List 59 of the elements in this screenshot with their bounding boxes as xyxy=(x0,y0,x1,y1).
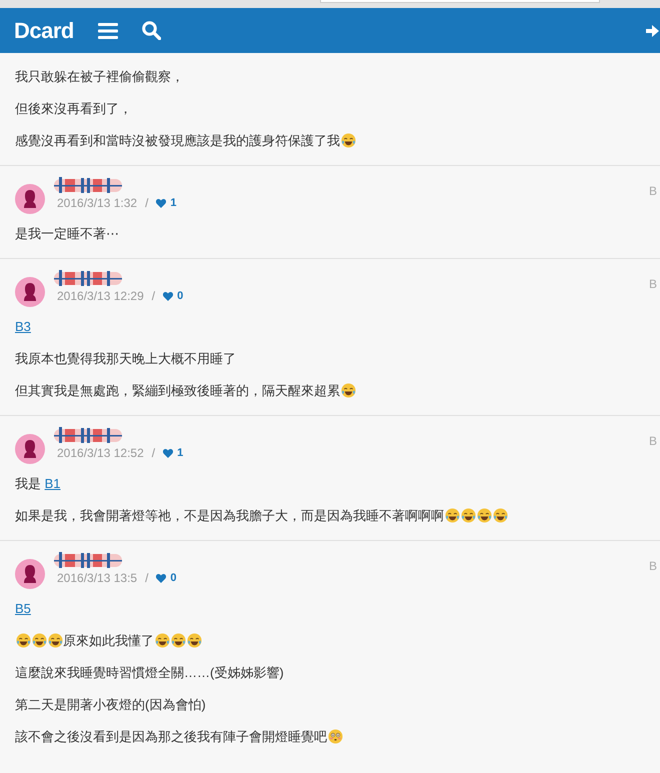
laughing-emoji-icon xyxy=(16,633,31,648)
comment-date: 2016/3/13 1:32 xyxy=(57,195,138,212)
comment-text: 我原本也覺得我那天晚上大概不用睡了 xyxy=(15,350,237,368)
laughing-emoji-icon xyxy=(32,633,47,648)
floor-link[interactable]: B1 xyxy=(44,476,61,491)
comment-text: 但後來沒再看到了， xyxy=(15,100,133,118)
separator: / xyxy=(152,288,156,305)
comment-date: 2016/3/13 12:52 xyxy=(57,445,144,462)
comment-text: 我是 B1 xyxy=(15,475,62,493)
laughing-emoji-icon xyxy=(187,633,202,648)
heart-icon[interactable] xyxy=(156,574,166,582)
heart-icon[interactable] xyxy=(163,292,174,300)
comment-text: 如果是我，我會開著燈等祂，不是因為我膽子大，而是因為我睡不著啊啊啊 xyxy=(15,500,660,532)
heart-icon[interactable] xyxy=(163,448,174,458)
comment-text: 該不會之後沒看到是因為那之後我有陣子會開燈睡覺吧 xyxy=(15,721,660,753)
like-count: 1 xyxy=(177,446,184,461)
laughing-emoji-icon xyxy=(171,633,186,648)
separator: / xyxy=(152,445,156,462)
floor-link[interactable]: B3 xyxy=(15,319,31,334)
avatar-icon[interactable] xyxy=(15,559,45,589)
comment-text: 原來如此我懂了 xyxy=(15,625,660,657)
floor-link[interactable]: B5 xyxy=(15,601,31,616)
menu-icon[interactable] xyxy=(98,22,118,38)
comment-date: 2016/3/13 13:5 xyxy=(57,570,138,587)
floor-number: B xyxy=(648,558,657,575)
flushed-emoji-icon xyxy=(328,729,343,744)
separator: / xyxy=(145,570,148,587)
separator: / xyxy=(145,195,148,212)
laughing-emoji-icon xyxy=(341,133,356,148)
like-count: 0 xyxy=(177,288,184,304)
laughing-emoji-icon xyxy=(48,633,63,648)
floor-number: B xyxy=(648,276,657,293)
comment-date: 2016/3/13 12:29 xyxy=(57,288,144,305)
like-count: 0 xyxy=(170,570,177,586)
avatar-icon[interactable] xyxy=(15,184,45,214)
like-count: 1 xyxy=(170,196,177,211)
laughing-emoji-icon xyxy=(461,508,476,523)
laughing-emoji-icon xyxy=(477,508,492,523)
avatar-icon[interactable] xyxy=(15,434,45,464)
redacted-name-drawing xyxy=(53,269,123,287)
laughing-emoji-icon xyxy=(155,633,170,648)
floor-number: B xyxy=(648,183,657,200)
comment-text: 感覺沒再看到和當時沒被發現應該是我的護身符保護了我 xyxy=(15,125,660,157)
logo[interactable]: Dcard xyxy=(14,20,74,42)
laughing-emoji-icon xyxy=(493,508,508,523)
redacted-name-drawing xyxy=(53,426,123,444)
redacted-name-drawing xyxy=(53,176,123,194)
comment-text: 但其實我是無處跑，緊繃到極致後睡著的，隔天醒來超累 xyxy=(15,375,660,407)
search-icon[interactable] xyxy=(142,21,161,40)
laughing-emoji-icon xyxy=(445,508,460,523)
avatar-icon[interactable] xyxy=(15,277,45,307)
comment-text: 我只敢躲在被子裡偷偷觀察， xyxy=(15,68,185,86)
comment-text: 這麼說來我睡覺時習慣燈全關……(受姊姊影響) xyxy=(15,664,285,682)
comment-text: 是我一定睡不著⋯ xyxy=(15,225,120,243)
floor-number: B xyxy=(648,433,657,450)
redacted-name-drawing xyxy=(53,551,123,569)
heart-icon[interactable] xyxy=(156,198,166,208)
laughing-emoji-icon xyxy=(341,383,356,398)
comment-text: 第二天是開著小夜燈的(因為會怕) xyxy=(15,696,207,714)
